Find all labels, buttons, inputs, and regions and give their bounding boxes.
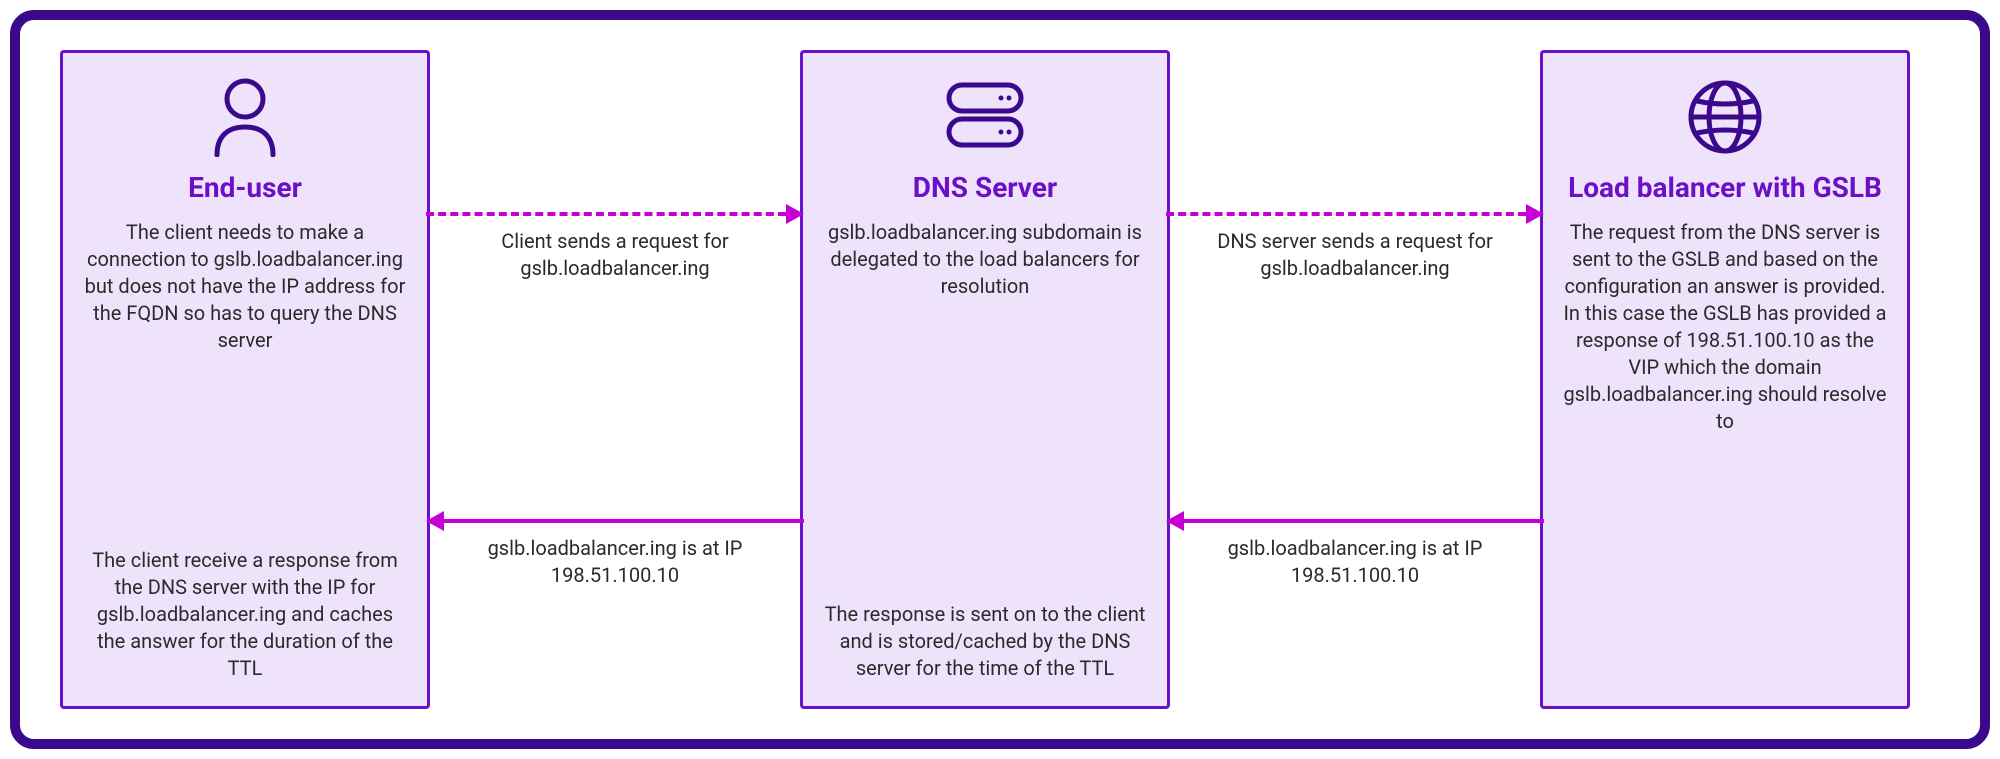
user-icon — [209, 75, 281, 159]
diagram-frame: End-user The client needs to make a conn… — [10, 10, 1990, 749]
node-title-dns: DNS Server — [913, 171, 1057, 205]
gap-col-2: DNS server sends a request for gslb.load… — [1170, 50, 1540, 709]
arrow-dns-to-client: gslb.loadbalancer.ing is at IP 198.51.10… — [430, 517, 800, 589]
node-end-user: End-user The client needs to make a conn… — [60, 50, 430, 709]
arrow-left-2 — [1166, 517, 1544, 525]
arrow-dns-to-lb: DNS server sends a request for gslb.load… — [1170, 210, 1540, 282]
node-desc-end-user-2: The client receive a response from the D… — [81, 547, 409, 682]
arrow-left-1 — [426, 517, 804, 525]
arrow-label-4: gslb.loadbalancer.ing is at IP 198.51.10… — [1170, 535, 1540, 589]
globe-icon — [1685, 75, 1765, 159]
arrow-right-1 — [426, 210, 804, 218]
arrow-client-to-dns: Client sends a request for gslb.loadbala… — [430, 210, 800, 282]
node-desc-dns-1: gslb.loadbalancer.ing subdomain is deleg… — [821, 219, 1149, 300]
node-title-end-user: End-user — [188, 171, 302, 205]
node-desc-lb-1: The request from the DNS server is sent … — [1561, 219, 1889, 435]
server-icon — [937, 75, 1033, 159]
diagram-grid: End-user The client needs to make a conn… — [60, 50, 1940, 709]
arrow-label-2: DNS server sends a request for gslb.load… — [1170, 228, 1540, 282]
node-desc-dns-2: The response is sent on to the client an… — [821, 601, 1149, 682]
arrow-label-1: Client sends a request for gslb.loadbala… — [430, 228, 800, 282]
gap-col-1: Client sends a request for gslb.loadbala… — [430, 50, 800, 709]
arrow-right-2 — [1166, 210, 1544, 218]
node-load-balancer: Load balancer with GSLB The request from… — [1540, 50, 1910, 709]
node-dns-server: DNS Server gslb.loadbalancer.ing subdoma… — [800, 50, 1170, 709]
arrow-label-3: gslb.loadbalancer.ing is at IP 198.51.10… — [430, 535, 800, 589]
arrow-lb-to-dns: gslb.loadbalancer.ing is at IP 198.51.10… — [1170, 517, 1540, 589]
node-desc-end-user-1: The client needs to make a connection to… — [81, 219, 409, 354]
node-title-lb: Load balancer with GSLB — [1568, 171, 1882, 205]
